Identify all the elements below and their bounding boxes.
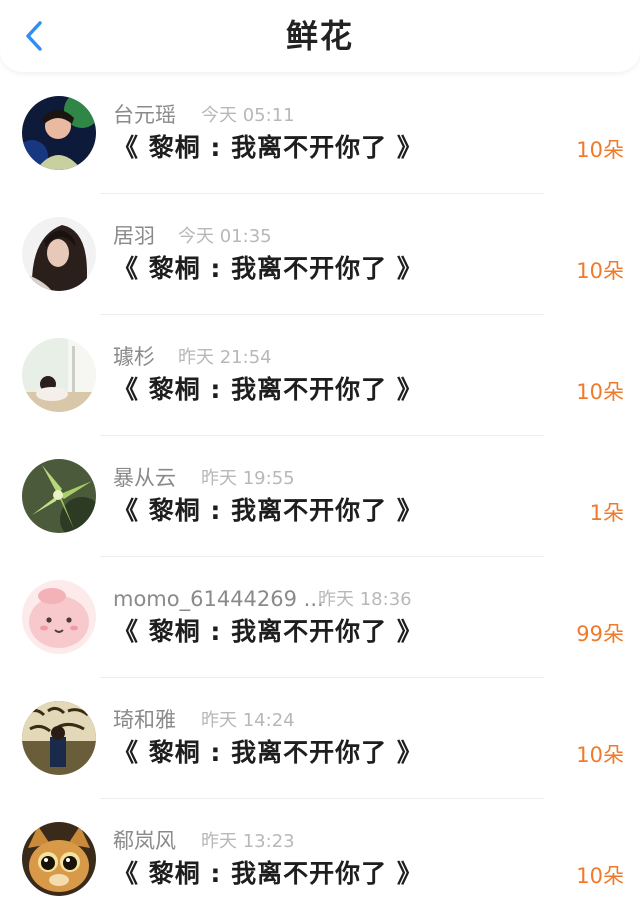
avatar[interactable] bbox=[22, 96, 96, 170]
sender-name: 居羽 bbox=[113, 224, 155, 248]
message-text: 《 黎桐 : 我离不开你了 》 bbox=[113, 375, 423, 404]
flower-count: 10朵 bbox=[576, 138, 624, 162]
send-time: 昨天 18:36 bbox=[318, 589, 412, 610]
list-item[interactable]: 台元瑶 今天 05:11 《 黎桐 : 我离不开你了 》 10朵 bbox=[0, 74, 640, 194]
sender-name: 郗岚风 bbox=[113, 829, 176, 853]
send-time: 昨天 14:24 bbox=[201, 710, 295, 731]
row-divider bbox=[100, 435, 544, 436]
message-text: 《 黎桐 : 我离不开你了 》 bbox=[113, 133, 423, 162]
flower-list: 台元瑶 今天 05:11 《 黎桐 : 我离不开你了 》 10朵 居羽 今天 0… bbox=[0, 74, 640, 920]
avatar[interactable] bbox=[22, 338, 96, 412]
send-time: 昨天 19:55 bbox=[201, 468, 295, 489]
row-divider bbox=[100, 798, 544, 799]
list-item[interactable]: 郗岚风 昨天 13:23 《 黎桐 : 我离不开你了 》 10朵 bbox=[0, 800, 640, 920]
avatar[interactable] bbox=[22, 580, 96, 654]
flower-count: 10朵 bbox=[576, 259, 624, 283]
list-item[interactable]: 暴从云 昨天 19:55 《 黎桐 : 我离不开你了 》 1朵 bbox=[0, 437, 640, 557]
sender-name: 璩杉 bbox=[113, 345, 155, 369]
avatar[interactable] bbox=[22, 459, 96, 533]
list-item[interactable]: momo_61444269 ... 昨天 18:36 《 黎桐 : 我离不开你了… bbox=[0, 558, 640, 678]
list-item[interactable]: 居羽 今天 01:35 《 黎桐 : 我离不开你了 》 10朵 bbox=[0, 195, 640, 315]
row-divider bbox=[100, 193, 544, 194]
row-divider bbox=[100, 314, 544, 315]
flower-count: 10朵 bbox=[576, 864, 624, 888]
sender-name: 琦和雅 bbox=[113, 708, 176, 732]
send-time: 今天 05:11 bbox=[201, 105, 295, 126]
sender-name: 台元瑶 bbox=[113, 103, 176, 127]
flower-count: 1朵 bbox=[589, 501, 624, 525]
list-item[interactable]: 琦和雅 昨天 14:24 《 黎桐 : 我离不开你了 》 10朵 bbox=[0, 679, 640, 799]
flower-count: 99朵 bbox=[576, 622, 624, 646]
row-divider bbox=[100, 677, 544, 678]
avatar[interactable] bbox=[22, 217, 96, 291]
message-text: 《 黎桐 : 我离不开你了 》 bbox=[113, 496, 423, 525]
avatar[interactable] bbox=[22, 822, 96, 896]
list-item[interactable]: 璩杉 昨天 21:54 《 黎桐 : 我离不开你了 》 10朵 bbox=[0, 316, 640, 436]
send-time: 昨天 13:23 bbox=[201, 831, 295, 852]
flower-count: 10朵 bbox=[576, 743, 624, 767]
message-text: 《 黎桐 : 我离不开你了 》 bbox=[113, 738, 423, 767]
flower-count: 10朵 bbox=[576, 380, 624, 404]
sender-name: momo_61444269 ... bbox=[113, 587, 324, 611]
send-time: 昨天 21:54 bbox=[178, 347, 272, 368]
sender-name: 暴从云 bbox=[113, 466, 176, 490]
header-bar: 鲜花 bbox=[0, 0, 640, 72]
send-time: 今天 01:35 bbox=[178, 226, 272, 247]
page-title: 鲜花 bbox=[285, 17, 354, 55]
message-text: 《 黎桐 : 我离不开你了 》 bbox=[113, 617, 423, 646]
message-text: 《 黎桐 : 我离不开你了 》 bbox=[113, 254, 423, 283]
row-divider bbox=[100, 556, 544, 557]
avatar[interactable] bbox=[22, 701, 96, 775]
message-text: 《 黎桐 : 我离不开你了 》 bbox=[113, 859, 423, 888]
